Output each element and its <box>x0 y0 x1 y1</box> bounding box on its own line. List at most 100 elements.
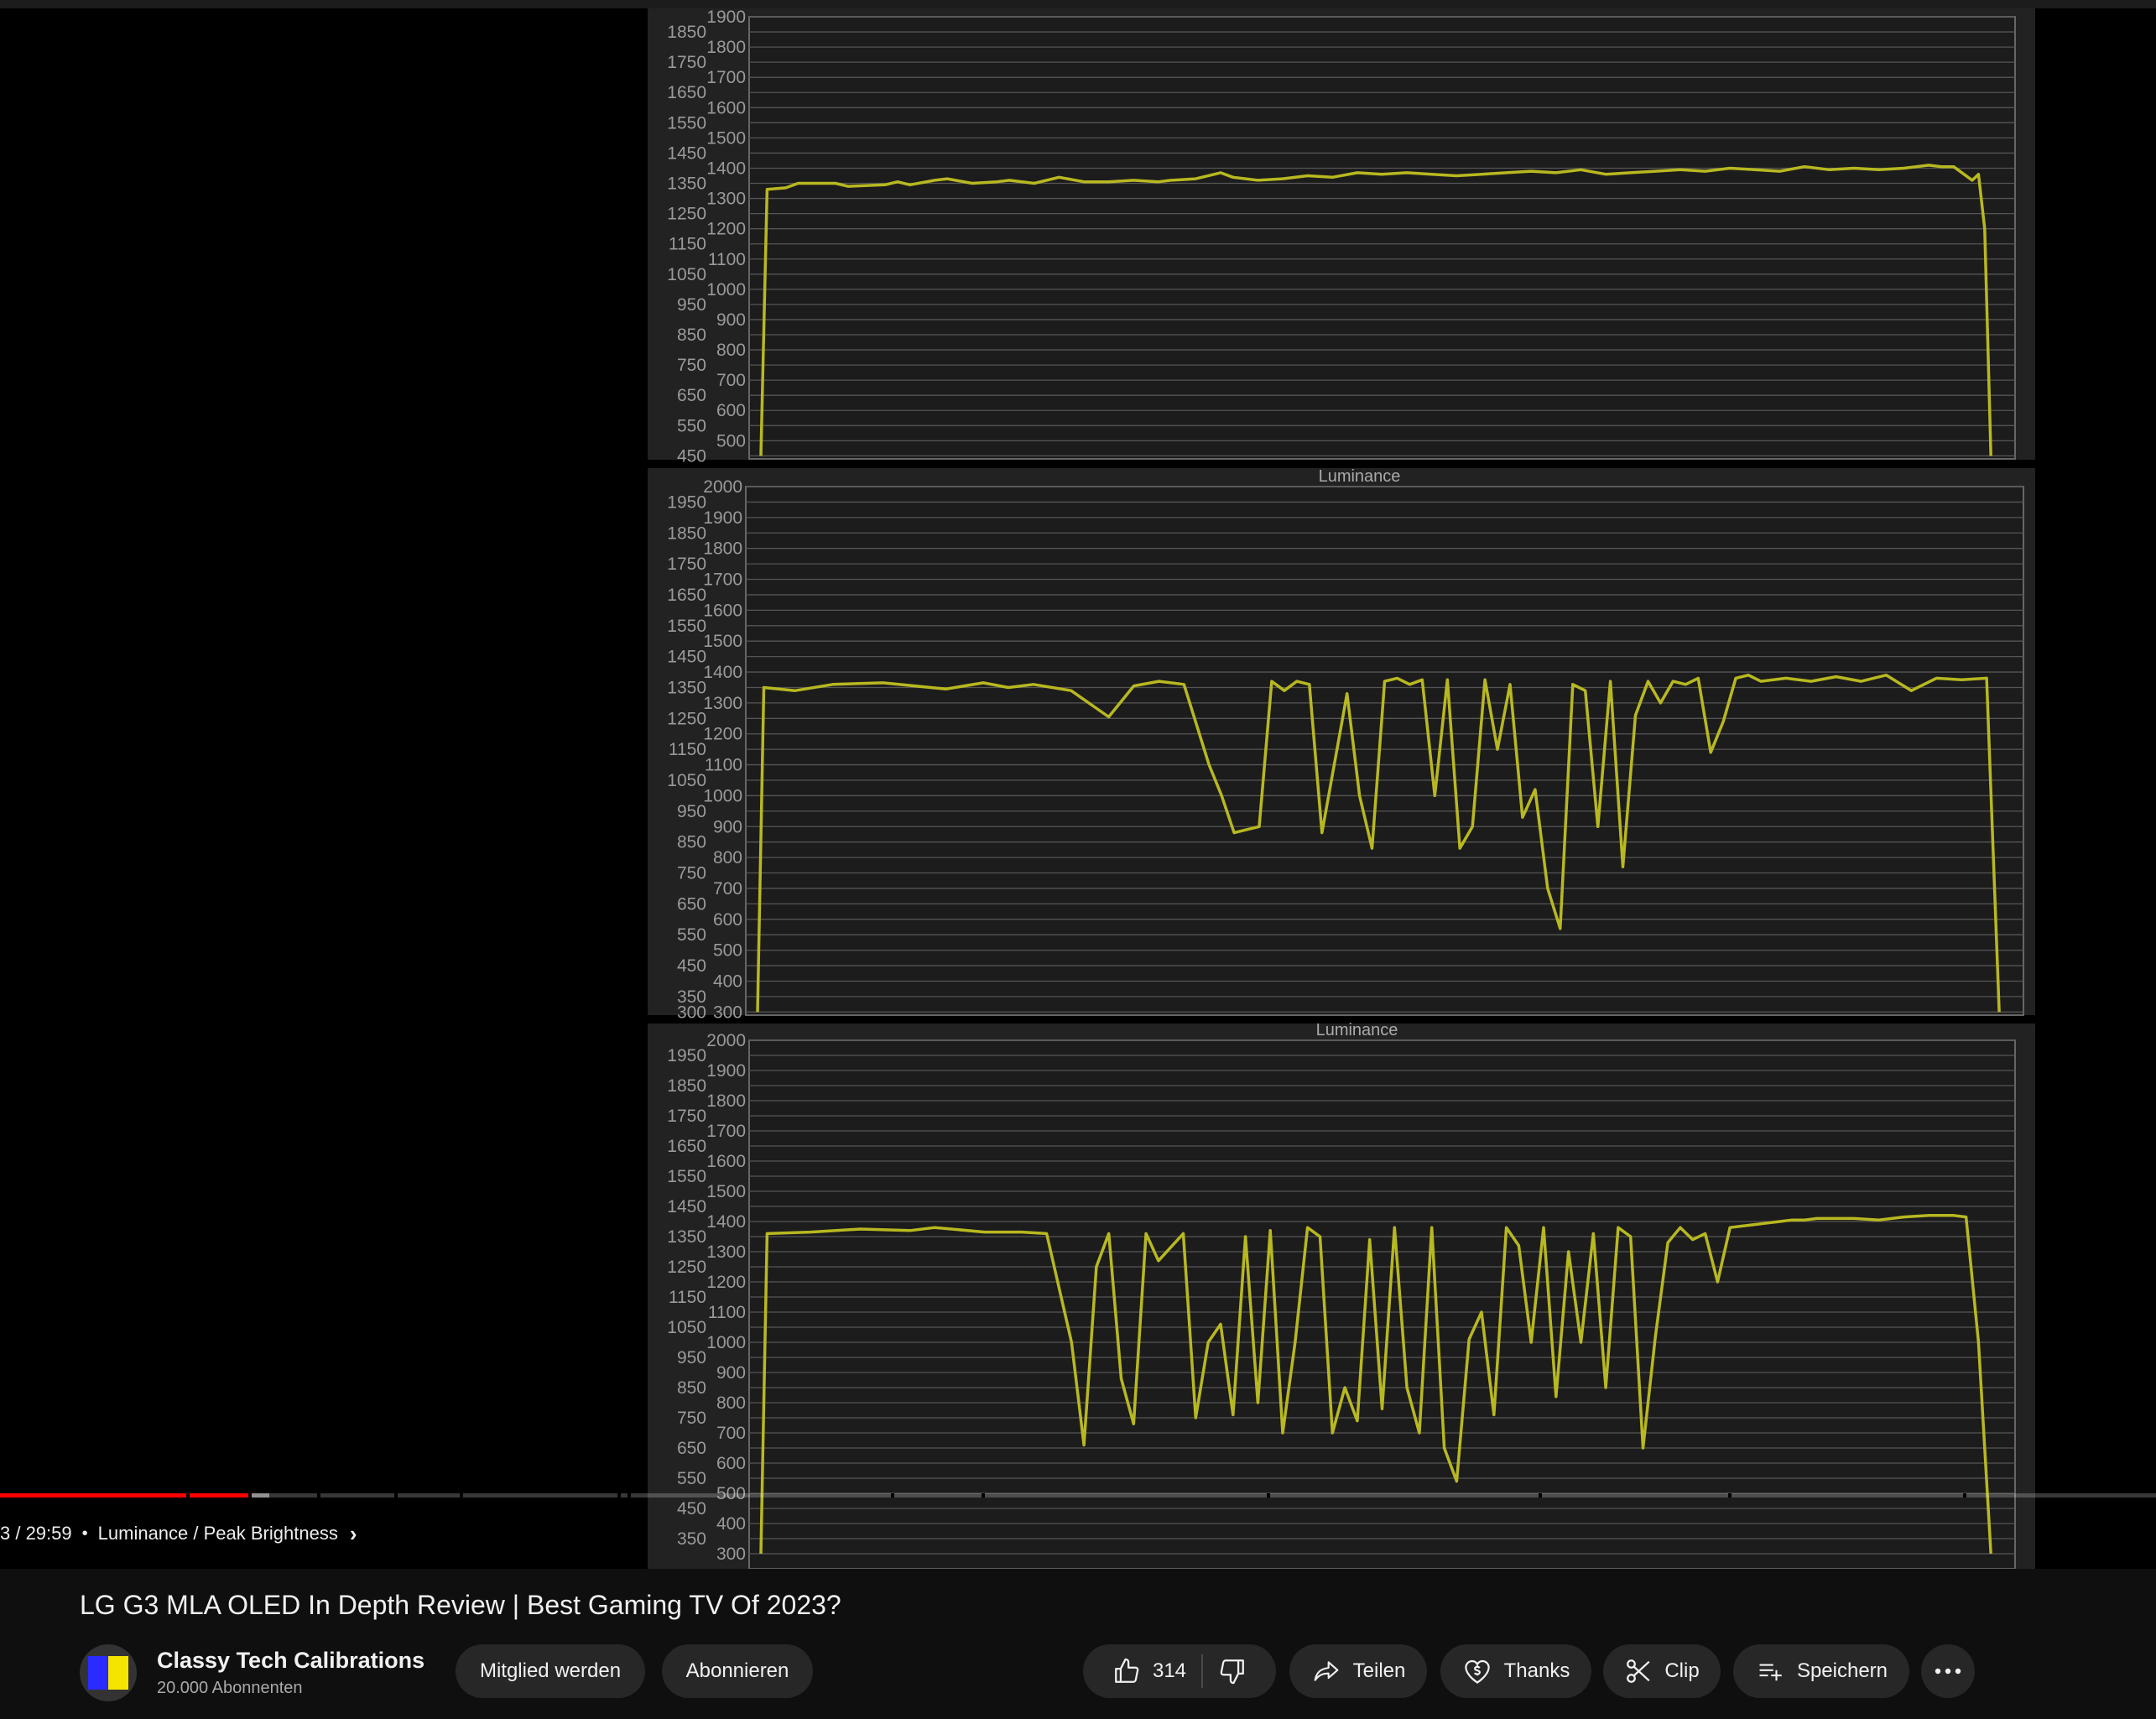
y-tick-label-outer: 850 <box>677 326 706 345</box>
chapter-marker <box>394 1493 398 1498</box>
y-tick-label-outer: 1250 <box>667 709 706 728</box>
scissors-icon <box>1627 1659 1650 1683</box>
y-tick-label-inner: 1200 <box>703 725 742 744</box>
y-tick-label-outer: 1750 <box>667 555 706 574</box>
progress-played <box>0 1493 248 1498</box>
share-button[interactable]: Teilen <box>1289 1644 1427 1698</box>
y-tick-label-inner: 1200 <box>706 1273 746 1292</box>
y-tick-label-inner: 500 <box>716 431 746 451</box>
channel-name[interactable]: Classy Tech Calibrations <box>157 1648 424 1674</box>
plot-area <box>748 16 2016 460</box>
like-count: 314 <box>1152 1659 1187 1682</box>
y-tick-label-inner: 700 <box>716 371 746 390</box>
time-display: 3 / 29:59 <box>0 1523 72 1544</box>
y-tick-label-outer: 1650 <box>667 1137 706 1156</box>
y-tick-label-outer: 750 <box>677 356 706 375</box>
y-tick-label-inner: 700 <box>713 879 742 899</box>
video-player[interactable]: 450 550 650 750 850 950 1050 1150 1250 1350 1450 15… <box>0 8 2156 1569</box>
y-tick-label-outer: 1450 <box>667 1197 706 1216</box>
y-tick-label-inner: 2000 <box>703 477 742 497</box>
y-tick-label-outer: 1750 <box>667 1107 706 1126</box>
y-tick-label-inner: 1000 <box>706 1333 746 1352</box>
y-tick-label-outer: 1550 <box>667 617 706 636</box>
y-tick-label-inner: 900 <box>713 817 742 836</box>
y-tick-label-outer: 850 <box>677 833 706 852</box>
save-button[interactable]: Speichern <box>1733 1644 1909 1698</box>
avatar-blue-block <box>88 1656 108 1690</box>
y-tick-label-inner: 1600 <box>706 98 746 117</box>
y-tick-label-inner: 1800 <box>706 1091 746 1111</box>
top-bar <box>0 0 2156 8</box>
y-tick-label-inner: 1500 <box>703 632 742 651</box>
y-tick-label-outer: 650 <box>677 894 706 914</box>
subscribe-button-label: Abonnieren <box>685 1659 789 1682</box>
y-tick-label-inner: 1400 <box>706 159 746 178</box>
y-tick-label-inner: 1100 <box>708 250 746 269</box>
y-tick-label-inner: 600 <box>713 910 742 930</box>
share-label: Teilen <box>1352 1659 1406 1682</box>
y-tick-label-inner: 1500 <box>706 128 746 148</box>
chapter-marker <box>982 1493 985 1498</box>
y-tick-label-outer: 1350 <box>667 175 706 194</box>
avatar-yellow-block <box>108 1656 128 1690</box>
y-tick-label-outer: 1850 <box>667 23 706 42</box>
join-button[interactable]: Mitglied werden <box>456 1644 645 1698</box>
thanks-label: Thanks <box>1503 1659 1570 1682</box>
y-tick-label-inner: 1700 <box>706 68 746 87</box>
y-tick-label-outer: 550 <box>677 925 706 945</box>
chapter-title[interactable]: Luminance / Peak Brightness <box>98 1523 338 1544</box>
share-arrow-icon <box>1314 1661 1339 1681</box>
channel-owner: Classy Tech Calibrations 20.000 Abonnent… <box>80 1644 424 1701</box>
y-tick-label-outer: 1850 <box>667 524 706 543</box>
y-tick-label-inner: 1900 <box>706 1061 746 1081</box>
chapter-marker <box>1267 1493 1270 1498</box>
chevron-right-icon[interactable]: › <box>350 1521 357 1547</box>
thanks-button[interactable]: Thanks <box>1440 1644 1591 1698</box>
save-label: Speichern <box>1796 1659 1888 1682</box>
time-chapter-row: 3 / 29:59 • Luminance / Peak Brightness … <box>0 1517 357 1550</box>
y-tick-label-outer: 1450 <box>667 143 706 163</box>
y-tick-label-outer: 1150 <box>669 235 706 254</box>
clip-button[interactable]: Clip <box>1603 1644 1721 1698</box>
y-tick-label-outer: 1850 <box>667 1076 706 1096</box>
y-tick-label-outer: 1050 <box>667 1318 706 1337</box>
y-tick-label-inner: 1100 <box>705 756 742 775</box>
y-tick-label-inner: 1800 <box>703 539 742 559</box>
y-tick-label-inner: 1100 <box>708 1303 746 1322</box>
y-tick-label-inner: 800 <box>713 848 742 867</box>
y-tick-label-inner: 1300 <box>706 190 746 209</box>
more-button[interactable] <box>1921 1644 1975 1698</box>
y-tick-label-outer: 1950 <box>667 492 706 512</box>
channel-info: Classy Tech Calibrations 20.000 Abonnent… <box>157 1648 424 1698</box>
chapter-marker <box>1963 1493 1966 1498</box>
y-tick-label-outer: 1650 <box>667 83 706 102</box>
y-tick-label-inner: 1000 <box>703 786 742 805</box>
thumbs-up-icon <box>1115 1658 1139 1683</box>
progress-bar[interactable] <box>0 1493 2156 1498</box>
y-tick-label-outer: 1350 <box>667 678 706 697</box>
y-tick-label-outer: 1550 <box>667 1167 706 1186</box>
y-tick-label-inner: 1600 <box>703 601 742 620</box>
y-tick-label-outer: 450 <box>677 446 706 466</box>
y-tick-label-outer: 1950 <box>667 1046 706 1065</box>
y-tick-label-inner: 900 <box>716 310 746 330</box>
y-tick-label-inner: 1800 <box>706 38 746 57</box>
y-tick-label-inner: 600 <box>716 1454 746 1473</box>
chapter-marker <box>891 1493 894 1498</box>
y-tick-label-inner: 2000 <box>706 1031 746 1050</box>
like-button[interactable]: 314 <box>1112 1657 1186 1685</box>
join-button-label: Mitglied werden <box>479 1659 622 1682</box>
y-tick-label-outer: 750 <box>677 1409 706 1428</box>
y-tick-label-inner: 1900 <box>703 508 742 528</box>
y-tick-label-inner: 1300 <box>706 1242 746 1262</box>
dislike-button[interactable] <box>1218 1657 1247 1685</box>
y-tick-label-outer: 950 <box>677 1348 706 1367</box>
y-tick-label-outer: 950 <box>677 802 706 821</box>
avatar[interactable] <box>80 1644 137 1701</box>
y-tick-label-outer: 1150 <box>669 1288 706 1307</box>
subscribe-button[interactable]: Abonnieren <box>662 1644 813 1698</box>
y-tick-label-outer: 550 <box>677 416 706 435</box>
y-tick-label-outer: 450 <box>677 1499 706 1518</box>
clip-label: Clip <box>1664 1659 1700 1682</box>
more-horizontal-icon <box>1935 1668 1961 1675</box>
